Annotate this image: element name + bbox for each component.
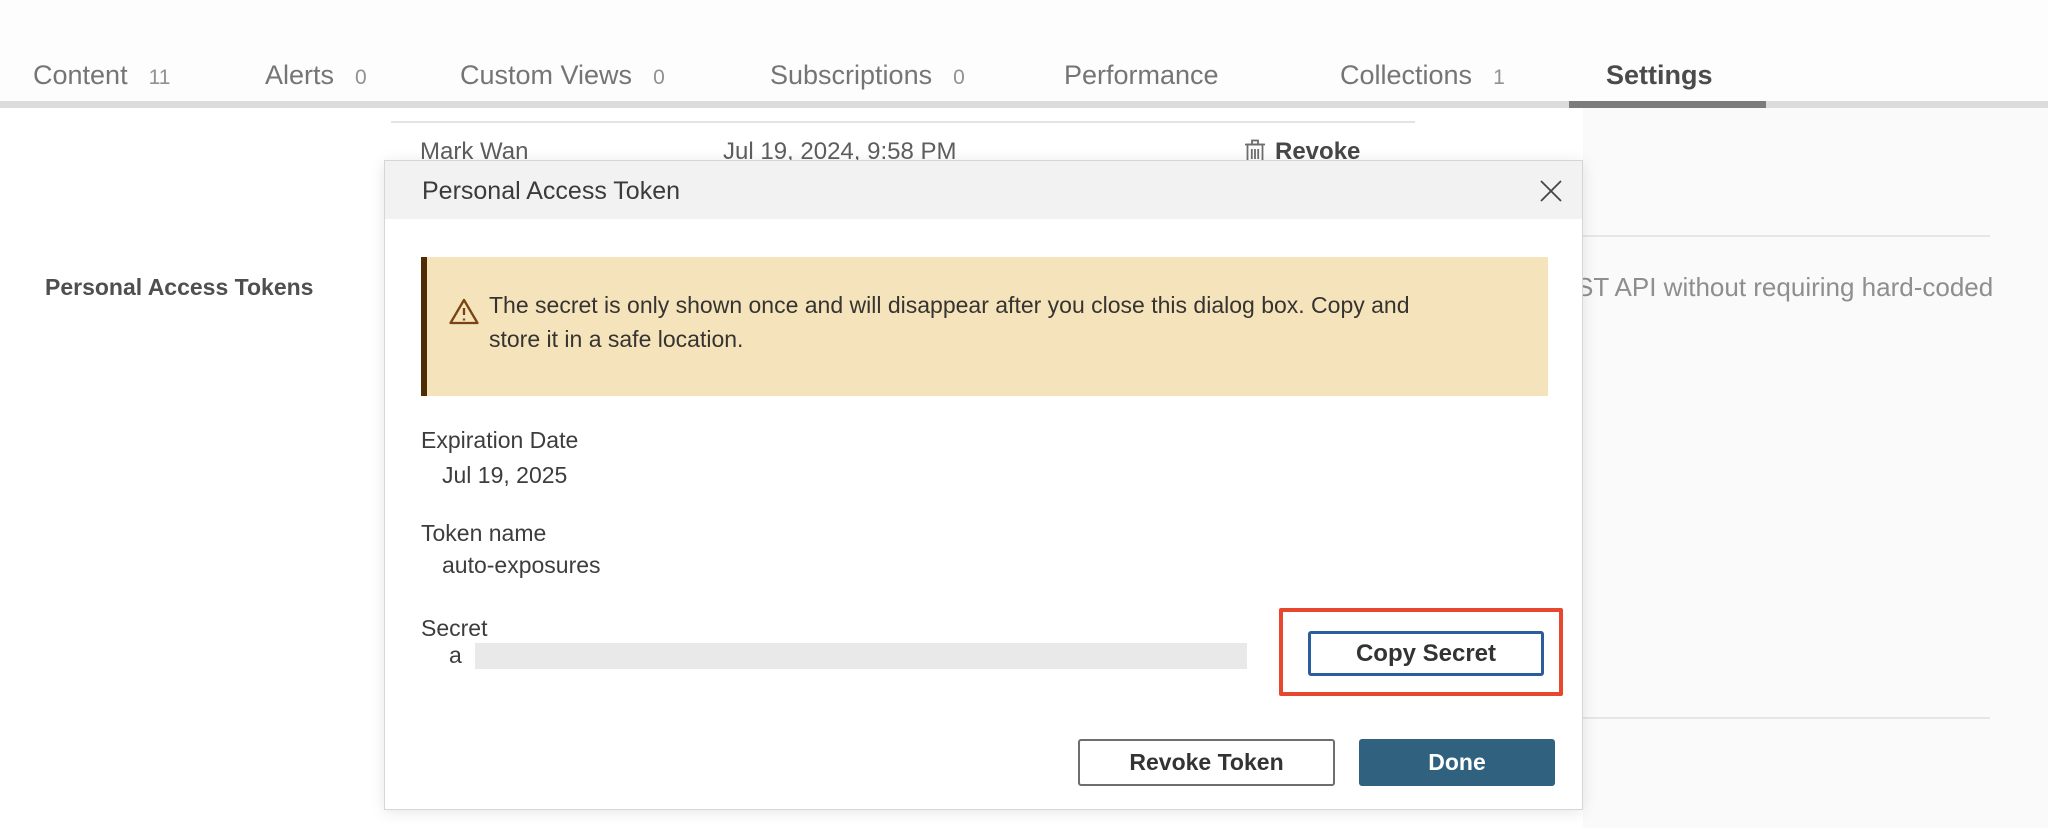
secret-warning-banner: The secret is only shown once and will d… [421, 257, 1548, 396]
tab-count: 1 [1493, 66, 1505, 90]
warning-message-line2: store it in a safe location. [489, 322, 1539, 356]
tab-label: Content [33, 60, 128, 91]
tab-alerts[interactable]: Alerts 0 [265, 60, 367, 91]
secret-visible-char: a [449, 642, 468, 669]
background-right-panel [1583, 108, 2048, 828]
tab-count: 0 [355, 66, 367, 90]
done-button[interactable]: Done [1359, 739, 1555, 786]
dialog-header: Personal Access Token [385, 161, 1582, 219]
close-icon[interactable] [1530, 170, 1572, 212]
tab-count: 0 [953, 66, 965, 90]
personal-access-token-dialog: Personal Access Token The secret is only… [384, 160, 1583, 810]
dialog-title: Personal Access Token [422, 177, 680, 206]
section-label-personal-access-tokens: Personal Access Tokens [45, 274, 313, 301]
secret-masked-bar [475, 643, 1247, 669]
secret-value-row: a [449, 642, 1247, 669]
warning-message: The secret is only shown once and will d… [489, 288, 1539, 356]
tab-subscriptions[interactable]: Subscriptions 0 [770, 60, 965, 91]
token-table-top-border [391, 121, 1415, 123]
tab-performance[interactable]: Performance [1064, 60, 1219, 91]
tab-custom-views[interactable]: Custom Views 0 [460, 60, 665, 91]
warning-message-line1: The secret is only shown once and will d… [489, 288, 1539, 322]
section-description-fragment: ST API without requiring hard-coded [1576, 272, 1993, 303]
tab-label: Performance [1064, 60, 1219, 91]
secret-label: Secret [421, 615, 487, 642]
copy-secret-button[interactable]: Copy Secret [1308, 631, 1544, 676]
tab-label: Subscriptions [770, 60, 932, 91]
expiration-date-value: Jul 19, 2025 [442, 462, 567, 489]
tab-count: 11 [149, 66, 171, 90]
token-name-label: Token name [421, 520, 546, 547]
tab-content[interactable]: Content 11 [33, 60, 170, 91]
background-divider-bottom [1583, 717, 1990, 719]
tab-settings-active-underline [1569, 101, 1766, 108]
tab-label: Settings [1606, 60, 1713, 91]
tab-bar: Content 11 Alerts 0 Custom Views 0 Subsc… [0, 0, 2048, 108]
expiration-date-label: Expiration Date [421, 427, 578, 454]
tab-count: 0 [653, 66, 665, 90]
tab-collections[interactable]: Collections 1 [1340, 60, 1505, 91]
tab-label: Custom Views [460, 60, 632, 91]
warning-triangle-icon [448, 297, 480, 326]
token-name-value: auto-exposures [442, 552, 601, 579]
tab-label: Alerts [265, 60, 334, 91]
tab-settings[interactable]: Settings [1606, 60, 1713, 91]
revoke-token-button[interactable]: Revoke Token [1078, 739, 1335, 786]
background-divider-top [1583, 235, 1990, 237]
tab-label: Collections [1340, 60, 1472, 91]
